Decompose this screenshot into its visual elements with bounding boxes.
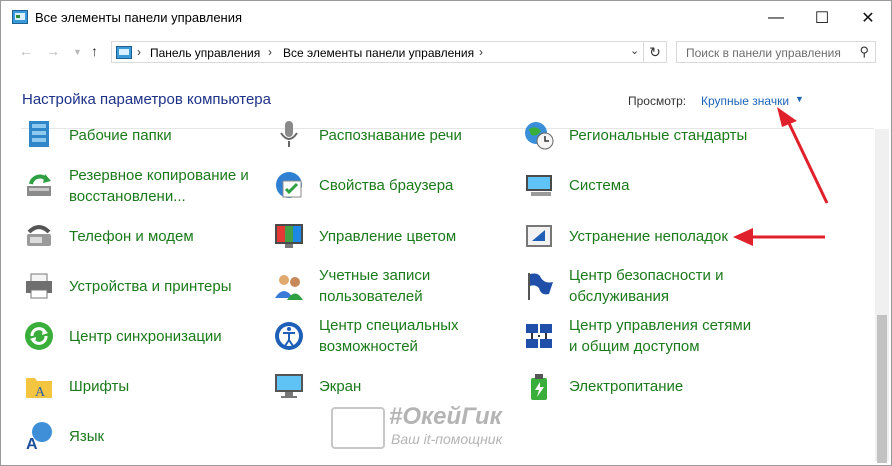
microphone-icon <box>280 121 298 147</box>
watermark-subtitle: Ваш it-помощник <box>391 431 503 447</box>
item-label: Управление цветом <box>319 227 457 245</box>
backup-restore-icon <box>27 174 51 196</box>
item-label: Распознавание речи <box>319 126 462 144</box>
back-button[interactable]: ← <box>19 43 33 59</box>
search-placeholder: Поиск в панели управления <box>686 46 841 60</box>
up-button[interactable]: ↑ <box>91 43 98 59</box>
watermark-title: #ОкейГик <box>389 403 502 430</box>
item-region[interactable]: Региональные стандарты <box>523 119 747 151</box>
item-network-sharing[interactable]: Центр управления сетями и общим доступом <box>523 315 751 357</box>
user-accounts-icon <box>275 275 303 300</box>
item-label: Центр синхронизации <box>69 327 222 345</box>
fonts-icon: A <box>26 378 52 400</box>
annotation-arrow-view <box>777 107 829 204</box>
printer-icon <box>26 273 52 299</box>
refresh-button[interactable]: ↻ <box>643 42 666 62</box>
control-panel-window: Все элементы панели управления — ☐ ✕ ← →… <box>0 0 892 466</box>
power-icon <box>531 374 547 400</box>
item-browser-properties[interactable]: Свойства браузера <box>273 169 453 201</box>
item-power-options[interactable]: Электропитание <box>523 370 683 402</box>
sync-icon <box>25 322 53 350</box>
item-label: Экран <box>319 377 362 395</box>
item-work-folders[interactable]: Рабочие папки <box>23 119 172 151</box>
display-icon <box>275 374 303 398</box>
item-backup-restore[interactable]: Резервное копирование и восстановлени... <box>23 165 249 207</box>
item-user-accounts[interactable]: Учетные записи пользователей <box>273 265 430 307</box>
breadcrumb-separator: › <box>137 45 141 59</box>
navigation-bar: ← → ▼ ↑ › Панель управления › Все элемен… <box>1 37 891 65</box>
item-sync-center[interactable]: Центр синхронизации <box>23 320 222 352</box>
page-title: Настройка параметров компьютера <box>22 91 271 108</box>
item-speech-recognition[interactable]: Распознавание речи <box>273 119 462 151</box>
language-icon: A <box>26 422 52 452</box>
minimize-icon: — <box>768 9 784 26</box>
item-language[interactable]: A Язык <box>23 420 104 452</box>
item-label: Резервное копирование и восстановлени... <box>69 167 249 205</box>
close-icon: ✕ <box>861 10 875 27</box>
annotation-arrow-troubleshooting <box>733 228 825 246</box>
svg-text:A: A <box>35 385 46 400</box>
item-label: Устройства и принтеры <box>69 277 232 295</box>
breadcrumb-all-items[interactable]: Все элементы панели управления <box>283 46 474 60</box>
forward-button[interactable]: → <box>46 43 60 59</box>
maximize-icon: ☐ <box>814 10 830 27</box>
item-color-management[interactable]: Управление цветом <box>273 220 456 252</box>
minimize-button[interactable]: — <box>753 1 799 35</box>
chevron-down-icon[interactable]: ▼ <box>795 94 804 104</box>
breadcrumb-control-panel[interactable]: Панель управления <box>150 46 260 60</box>
item-troubleshooting[interactable]: Устранение неполадок <box>523 220 728 252</box>
address-history-chevron-down-icon[interactable]: ⌄ <box>630 44 639 57</box>
address-bar[interactable]: › Панель управления › Все элементы панел… <box>111 41 667 63</box>
breadcrumb-separator: › <box>268 45 272 59</box>
browser-properties-icon <box>276 172 302 198</box>
item-phone-modem[interactable]: Телефон и модем <box>23 220 194 252</box>
troubleshooting-icon <box>526 225 552 247</box>
recent-locations-chevron-down-icon[interactable]: ▼ <box>73 47 82 57</box>
item-label: Центр управления сетями и общим доступом <box>569 317 752 355</box>
item-fonts[interactable]: A Шрифты <box>23 370 129 402</box>
item-system[interactable]: Система <box>523 169 629 201</box>
vertical-scrollbar[interactable] <box>875 129 889 463</box>
item-ease-of-access[interactable]: Центр специальных возможностей <box>273 315 459 357</box>
item-label: Центр специальных возможностей <box>319 317 459 355</box>
network-icon <box>526 324 552 348</box>
item-display[interactable]: Экран <box>273 370 361 402</box>
item-devices-printers[interactable]: Устройства и принтеры <box>23 270 231 302</box>
item-label: Рабочие папки <box>69 126 172 144</box>
title-bar: Все элементы панели управления — ☐ ✕ <box>1 1 891 35</box>
item-label: Центр безопасности и обслуживания <box>569 267 724 305</box>
control-panel-icon <box>12 10 28 24</box>
item-label: Устранение неполадок <box>569 227 728 245</box>
item-label: Свойства браузера <box>319 176 454 194</box>
accessibility-icon <box>275 322 303 350</box>
maximize-button[interactable]: ☐ <box>799 1 845 35</box>
system-icon <box>526 175 552 196</box>
search-icon: ⚲ <box>859 44 869 59</box>
view-by-label: Просмотр: <box>628 94 687 108</box>
globe-clock-icon <box>525 122 554 150</box>
phone-modem-icon <box>27 225 51 246</box>
item-label: Шрифты <box>69 377 130 395</box>
color-management-icon <box>275 224 303 248</box>
refresh-icon: ↻ <box>649 43 661 60</box>
breadcrumb-separator: › <box>479 45 483 59</box>
close-button[interactable]: ✕ <box>845 1 891 35</box>
search-input[interactable]: Поиск в панели управления ⚲ <box>676 41 876 63</box>
svg-text:A: A <box>26 436 38 452</box>
control-panel-icon <box>116 46 132 59</box>
item-label: Телефон и модем <box>69 227 194 245</box>
work-folders-icon <box>29 121 49 147</box>
window-title: Все элементы панели управления <box>35 10 243 25</box>
flag-icon <box>528 273 553 300</box>
item-label: Электропитание <box>569 377 684 395</box>
item-label: Учетные записи пользователей <box>319 267 431 305</box>
item-label: Система <box>569 176 630 194</box>
item-label: Язык <box>69 427 105 445</box>
item-security-maintenance[interactable]: Центр безопасности и обслуживания <box>523 265 723 307</box>
scrollbar-thumb[interactable] <box>877 315 887 463</box>
watermark-logo <box>331 407 385 449</box>
item-label: Региональные стандарты <box>569 126 748 144</box>
